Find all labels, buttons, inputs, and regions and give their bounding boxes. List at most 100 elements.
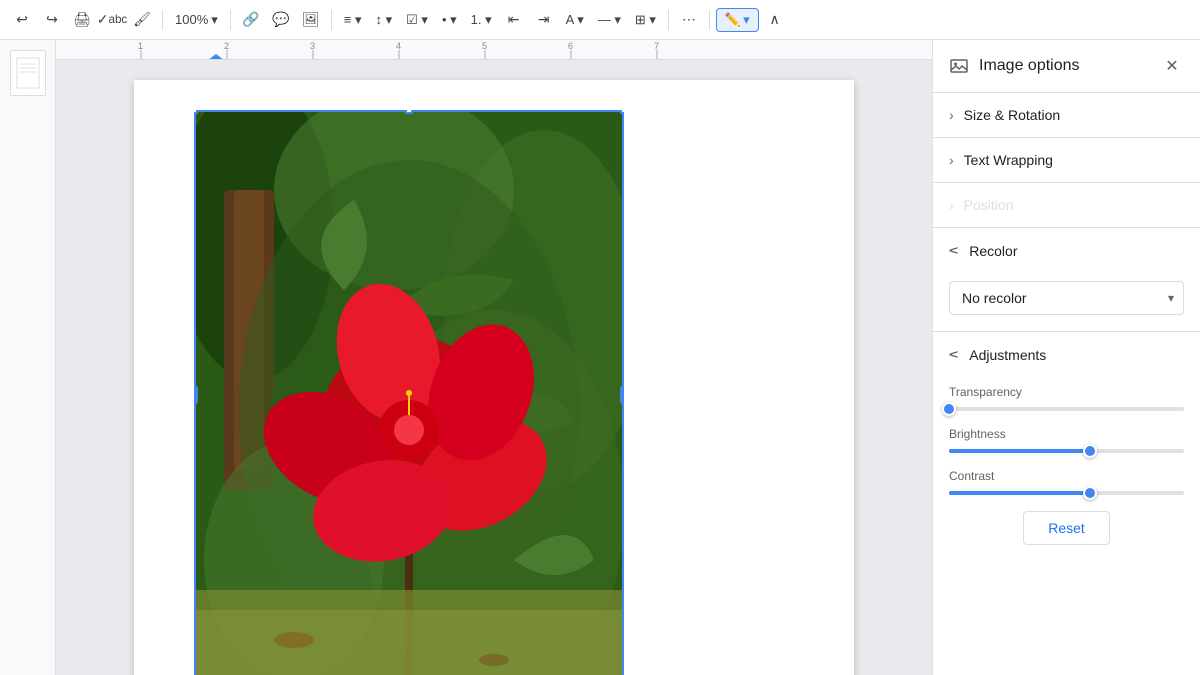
svg-text:3: 3 <box>310 41 315 51</box>
page-thumbnail[interactable] <box>10 50 46 96</box>
adjustments-content: Transparency Brightness Cont <box>933 377 1200 561</box>
handle-top-right[interactable] <box>620 110 624 114</box>
selected-image <box>194 110 624 675</box>
image-options-panel: Image options ✕ › Size & Rotation › Text… <box>932 40 1200 675</box>
horizontal-ruler: 1 2 3 4 5 6 7 <box>56 40 932 60</box>
checklist-dropdown[interactable]: ☑ ▾ <box>400 9 434 31</box>
separator-2 <box>230 10 231 30</box>
numbered-dropdown[interactable]: 1. ▾ <box>465 9 498 31</box>
handle-top-left[interactable] <box>194 110 198 114</box>
undo-button[interactable]: ↩ <box>8 6 36 34</box>
page-thumb-icon <box>16 57 40 89</box>
text-wrapping-title: Text Wrapping <box>964 152 1053 168</box>
recolor-content: No recolor Grayscale Sepia Negative ▾ <box>933 273 1200 331</box>
table-dropdown[interactable]: ⊞ ▾ <box>629 9 662 31</box>
zoom-dropdown[interactable]: 100% ▾ <box>169 9 224 31</box>
size-rotation-header[interactable]: › Size & Rotation <box>933 93 1200 137</box>
contrast-label: Contrast <box>949 469 1184 483</box>
separator-1 <box>162 10 163 30</box>
brightness-thumb[interactable] <box>1083 444 1097 458</box>
transparency-group: Transparency <box>949 385 1184 411</box>
section-position: › Position <box>933 183 1200 228</box>
separator-3 <box>331 10 332 30</box>
paintformat-button[interactable]: 🖌 <box>128 6 156 34</box>
zoom-value: 100% <box>175 12 208 27</box>
handle-top-middle[interactable] <box>405 110 413 114</box>
panel-title: Image options <box>979 57 1150 75</box>
recolor-title: Recolor <box>969 243 1017 259</box>
document-area: 1 2 3 4 5 6 7 <box>56 40 932 675</box>
reset-button[interactable]: Reset <box>1023 511 1110 545</box>
svg-text:2: 2 <box>224 41 229 51</box>
linestyle-dropdown[interactable]: — ▾ <box>592 9 627 31</box>
spellcheck-button[interactable]: ✓abc <box>98 6 126 34</box>
page-wrapper <box>56 60 932 675</box>
adjustments-title: Adjustments <box>969 347 1046 363</box>
svg-text:4: 4 <box>396 41 401 51</box>
brightness-fill <box>949 449 1090 453</box>
adjustments-chevron: ∨ <box>946 349 963 359</box>
adjustments-header[interactable]: ∨ Adjustments <box>933 332 1200 377</box>
zoom-arrow: ▾ <box>211 12 218 28</box>
document-page[interactable] <box>134 80 854 675</box>
indent-less-button[interactable]: ⇤ <box>500 6 528 34</box>
position-chevron: › <box>949 197 954 213</box>
toolbar: ↩ ↪ 🖨 ✓abc 🖌 100% ▾ 🔗 💬 🖼 ≡ ▾ ↕ ▾ ☑ ▾ • … <box>0 0 1200 40</box>
close-panel-button[interactable]: ✕ <box>1160 54 1184 78</box>
brightness-group: Brightness <box>949 427 1184 453</box>
more-button[interactable]: ⋯ <box>675 6 703 34</box>
separator-4 <box>668 10 669 30</box>
highlight-arrow: ▾ <box>743 12 750 28</box>
section-size-rotation: › Size & Rotation <box>933 93 1200 138</box>
brightness-track[interactable] <box>949 449 1184 453</box>
image-button[interactable]: 🖼 <box>297 6 325 34</box>
ruler-svg: 1 2 3 4 5 6 7 <box>56 40 932 60</box>
panel-header: Image options ✕ <box>933 40 1200 93</box>
size-rotation-title: Size & Rotation <box>964 107 1061 123</box>
text-wrapping-chevron: › <box>949 152 954 168</box>
handle-middle-left[interactable] <box>194 385 198 405</box>
handle-middle-right[interactable] <box>620 385 624 405</box>
flower-image <box>194 110 624 675</box>
section-adjustments: ∨ Adjustments Transparency Brightness <box>933 332 1200 561</box>
separator-5 <box>709 10 710 30</box>
brightness-label: Brightness <box>949 427 1184 441</box>
bullets-dropdown[interactable]: • ▾ <box>436 9 463 31</box>
section-text-wrapping: › Text Wrapping <box>933 138 1200 183</box>
page-navigator <box>0 40 56 675</box>
main-area: 1 2 3 4 5 6 7 <box>0 40 1200 675</box>
highlight-dropdown[interactable]: A ▾ <box>560 9 590 31</box>
transparency-thumb[interactable] <box>942 402 956 416</box>
contrast-thumb[interactable] <box>1083 486 1097 500</box>
svg-text:1: 1 <box>138 41 143 51</box>
section-recolor: ∨ Recolor No recolor Grayscale Sepia Neg… <box>933 228 1200 332</box>
svg-text:7: 7 <box>654 41 659 51</box>
link-button[interactable]: 🔗 <box>237 6 265 34</box>
text-wrapping-header[interactable]: › Text Wrapping <box>933 138 1200 182</box>
redo-button[interactable]: ↪ <box>38 6 66 34</box>
highlight-icon: ✏️ <box>725 12 741 28</box>
svg-text:6: 6 <box>568 41 573 51</box>
svg-text:5: 5 <box>482 41 487 51</box>
recolor-header[interactable]: ∨ Recolor <box>933 228 1200 273</box>
contrast-group: Contrast <box>949 469 1184 495</box>
comment-button[interactable]: 💬 <box>267 6 295 34</box>
collapse-button[interactable]: ∧ <box>761 6 789 34</box>
position-title: Position <box>964 197 1014 213</box>
transparency-label: Transparency <box>949 385 1184 399</box>
recolor-select[interactable]: No recolor Grayscale Sepia Negative <box>949 281 1184 315</box>
linespacing-dropdown[interactable]: ↕ ▾ <box>370 9 399 31</box>
image-options-icon <box>949 56 969 76</box>
transparency-track[interactable] <box>949 407 1184 411</box>
highlight-color-btn[interactable]: ✏️ ▾ <box>716 8 759 32</box>
align-dropdown[interactable]: ≡ ▾ <box>338 9 368 31</box>
size-rotation-chevron: › <box>949 107 954 123</box>
recolor-select-wrapper: No recolor Grayscale Sepia Negative ▾ <box>949 281 1184 315</box>
image-container[interactable] <box>194 110 624 675</box>
position-header[interactable]: › Position <box>933 183 1200 227</box>
contrast-track[interactable] <box>949 491 1184 495</box>
contrast-fill <box>949 491 1090 495</box>
recolor-chevron: ∨ <box>946 245 963 255</box>
print-button[interactable]: 🖨 <box>68 6 96 34</box>
indent-more-button[interactable]: ⇥ <box>530 6 558 34</box>
